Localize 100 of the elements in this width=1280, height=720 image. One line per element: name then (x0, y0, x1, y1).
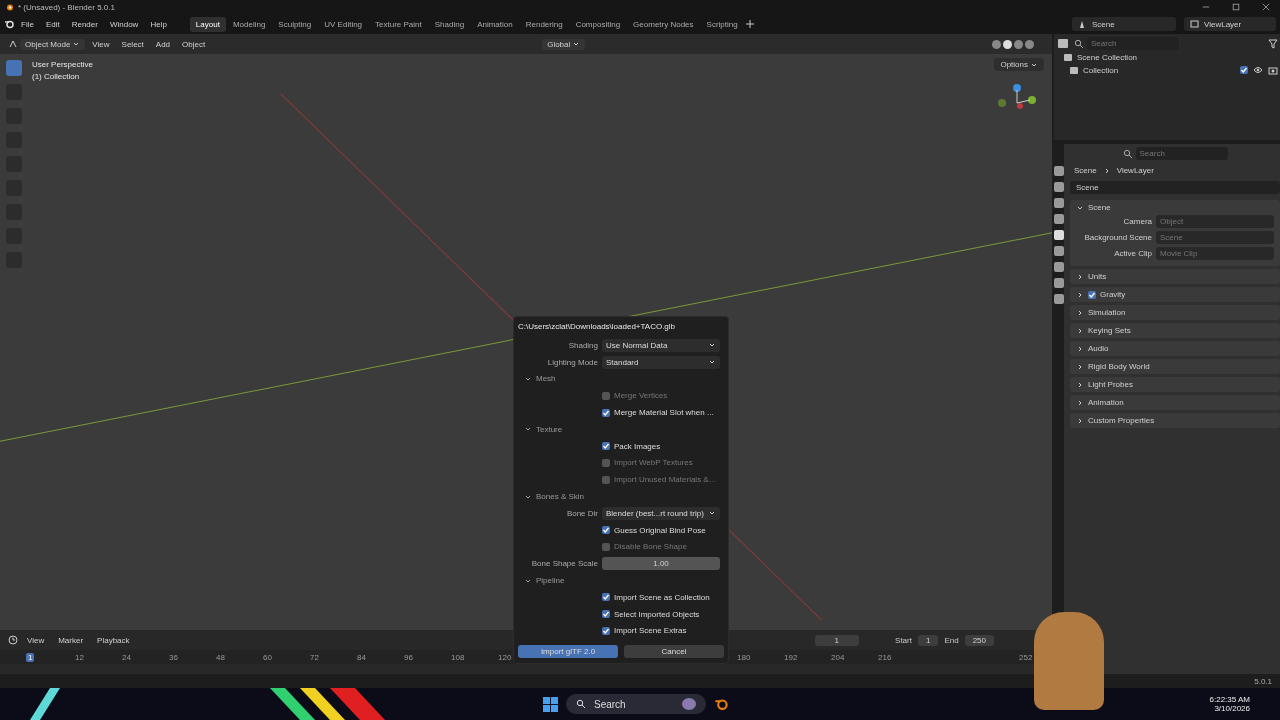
panel-title[interactable]: Keying Sets (1088, 326, 1131, 335)
menu-item[interactable]: Edit (40, 18, 65, 30)
checkbox[interactable] (602, 626, 610, 635)
blender-logo-icon[interactable] (4, 19, 14, 29)
chevron-icon[interactable] (1076, 398, 1084, 407)
include-checkbox[interactable] (1240, 66, 1248, 74)
workspace-tab[interactable]: UV Editing (318, 16, 369, 32)
view-layer-selector[interactable]: ViewLayer (1184, 17, 1276, 31)
panel-title[interactable]: Simulation (1088, 308, 1126, 317)
frame-number: 72 (309, 652, 320, 662)
menu-item[interactable]: Add (150, 38, 176, 50)
solid-shading-icon[interactable] (1003, 39, 1012, 49)
checkbox-label: Merge Vertices (614, 391, 668, 401)
workspace-tab[interactable]: Scripting (700, 16, 744, 32)
options-dropdown[interactable]: Options (994, 58, 1044, 71)
orientation-dropdown[interactable]: Global (542, 38, 586, 50)
checkbox[interactable] (602, 408, 610, 417)
section-header[interactable]: Texture (536, 424, 563, 434)
chevron-icon[interactable] (1076, 308, 1084, 317)
filter-icon[interactable] (1268, 38, 1278, 49)
chevron-icon[interactable] (1076, 344, 1084, 353)
chevron-icon[interactable] (1076, 290, 1084, 299)
menu-item[interactable]: Playback (92, 634, 135, 646)
search-field[interactable]: Search (1087, 37, 1179, 50)
menu-item[interactable]: Window (104, 18, 144, 30)
workspace-tab[interactable]: Sculpting (272, 16, 318, 32)
field-label: Bone Dir (565, 508, 598, 518)
taskbar-search-field[interactable]: Search (566, 694, 706, 714)
object-field[interactable]: Object (1156, 215, 1274, 228)
workspace-tab[interactable]: Shading (428, 16, 471, 32)
checkbox[interactable] (602, 458, 610, 467)
chevron-icon[interactable] (1076, 380, 1084, 389)
workspace-tab[interactable]: Geometry Nodes (627, 16, 700, 32)
add-icon[interactable] (744, 19, 755, 29)
chevron-icon[interactable] (1076, 272, 1084, 281)
chevron-icon[interactable] (524, 375, 532, 383)
editor-type-icon[interactable] (8, 39, 18, 49)
checkbox[interactable] (602, 442, 610, 451)
checkbox[interactable] (602, 610, 610, 619)
menu-item[interactable]: Object (177, 38, 211, 50)
dropdown[interactable]: Use Normal Data (602, 338, 720, 352)
workspace-tab[interactable]: Compositing (569, 16, 627, 32)
panel-title[interactable]: Animation (1088, 398, 1124, 407)
chevron-icon[interactable] (1076, 362, 1084, 371)
scene-field[interactable]: Scene (1070, 181, 1280, 194)
object-field[interactable]: Movie Clip (1156, 247, 1274, 260)
tree-item[interactable]: Collection (1083, 65, 1119, 75)
workspace-tab[interactable]: Rendering (519, 16, 569, 32)
checkbox[interactable] (602, 542, 610, 551)
frame-field[interactable]: 1 (814, 634, 860, 646)
chevron-icon[interactable] (1076, 416, 1084, 425)
panel-title[interactable]: Light Probes (1088, 380, 1133, 389)
clock-icon[interactable] (8, 635, 18, 645)
panel-title[interactable]: Scene (1088, 203, 1111, 212)
checkbox[interactable] (1088, 290, 1096, 299)
chevron-icon[interactable] (1076, 326, 1084, 335)
menu-item[interactable]: File (16, 18, 39, 30)
panel-title[interactable]: Custom Properties (1088, 416, 1155, 425)
object-field[interactable]: Scene (1156, 231, 1274, 244)
workspace-tab[interactable]: Layout (189, 16, 226, 32)
mode-dropdown[interactable]: Object Mode (20, 38, 86, 50)
checkbox[interactable] (602, 593, 610, 602)
viewport-info-text: (1) Collection (32, 72, 81, 81)
panel-title[interactable]: Units (1088, 272, 1107, 281)
import-button[interactable]: Import glTF 2.0 (518, 645, 618, 659)
panel-title[interactable]: Gravity (1100, 290, 1126, 299)
checkbox[interactable] (602, 475, 610, 484)
checkbox[interactable] (602, 526, 610, 535)
windows-start-icon[interactable] (543, 696, 558, 712)
number-field[interactable]: 1.00 (602, 557, 720, 571)
dropdown[interactable]: Blender (best...rt round trip) (602, 506, 720, 520)
menu-item[interactable]: Help (145, 18, 172, 30)
frame-number: 48 (215, 652, 226, 662)
menu-item[interactable]: Marker (53, 634, 89, 646)
search-field[interactable]: Search (1135, 147, 1228, 160)
menu-item[interactable]: View (87, 38, 115, 50)
checkbox[interactable] (602, 391, 610, 400)
panel-title[interactable]: Audio (1088, 344, 1109, 353)
blender-logo-icon[interactable] (714, 697, 728, 711)
scene-selector[interactable]: Scene (1072, 17, 1176, 31)
dropdown[interactable]: Standard (602, 355, 720, 369)
eye-icon[interactable] (1253, 65, 1263, 75)
menu-item[interactable]: Render (66, 18, 103, 30)
workspace-tab[interactable]: Texture Paint (369, 16, 428, 32)
panel-title[interactable]: Rigid Body World (1088, 362, 1150, 371)
maximize-icon[interactable] (1232, 3, 1240, 11)
workspace-tab[interactable]: Modeling (226, 16, 272, 32)
section-header[interactable]: Mesh (536, 374, 556, 384)
tree-item[interactable]: Scene Collection (1077, 53, 1138, 62)
search-icon (1122, 148, 1133, 159)
camera-icon[interactable] (1268, 65, 1278, 75)
close-icon[interactable] (1262, 3, 1270, 11)
workspace-tab[interactable]: Animation (471, 16, 519, 32)
section-header[interactable]: Bones & Skin (536, 492, 585, 502)
menu-item[interactable]: Select (116, 38, 149, 50)
end-frame-field[interactable]: 250 (964, 634, 994, 646)
menu-item[interactable]: View (22, 634, 50, 646)
cancel-button[interactable]: Cancel (624, 645, 724, 659)
start-frame-field[interactable]: 1 (917, 634, 939, 646)
section-header[interactable]: Pipeline (536, 576, 565, 586)
